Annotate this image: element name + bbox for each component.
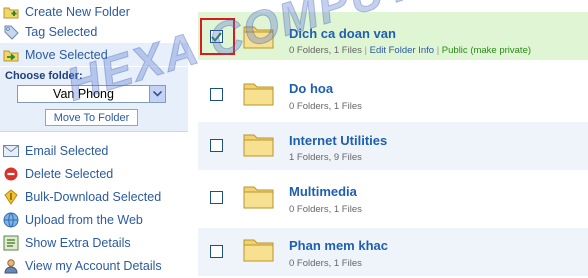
sidebar: Create New Folder Tag Selected Move Sele…: [0, 0, 188, 278]
folder-name-link[interactable]: Internet Utilities: [289, 133, 387, 148]
folder-checkbox[interactable]: [210, 139, 223, 152]
visibility-status: Public: [441, 45, 468, 56]
view-account-details-link[interactable]: View my Account Details: [0, 254, 188, 277]
email-selected-label: Email Selected: [25, 143, 109, 158]
folder-icon: [243, 239, 274, 262]
check-icon: [211, 31, 222, 42]
delete-selected-link[interactable]: Delete Selected: [0, 162, 188, 185]
folder-row[interactable]: Dich ca doan van 0 Folders, 1 Files | Ed…: [198, 12, 588, 60]
folder-meta: 0 Folders, 1 Files | Edit Folder Info | …: [289, 45, 531, 56]
folder-name-link[interactable]: Phan mem khac: [289, 238, 388, 253]
email-selected-link[interactable]: Email Selected: [0, 139, 188, 162]
make-private-link[interactable]: (make private): [470, 45, 531, 56]
bulk-download-label: Bulk-Download Selected: [25, 189, 162, 204]
create-new-folder-label: Create New Folder: [25, 4, 130, 19]
folder-counts: 0 Folders, 1 Files: [289, 101, 362, 112]
folder-counts: 0 Folders, 1 Files: [289, 45, 362, 56]
download-icon: [3, 188, 19, 205]
folder-plus-icon: [3, 4, 19, 20]
tag-icon: [3, 24, 19, 40]
move-arrow-icon: [3, 47, 19, 63]
folder-row[interactable]: Phan mem khac 0 Folders, 1 Files: [198, 228, 588, 276]
folder-row[interactable]: Do hoa 0 Folders, 1 Files: [198, 70, 588, 118]
folder-name-link[interactable]: Dich ca doan van: [289, 26, 396, 41]
bulk-download-link[interactable]: Bulk-Download Selected: [0, 185, 188, 208]
folder-name-link[interactable]: Do hoa: [289, 81, 333, 96]
folder-counts: 1 Folders, 9 Files: [289, 152, 362, 163]
folder-icon: [243, 83, 274, 106]
show-extra-details-label: Show Extra Details: [25, 235, 131, 250]
folder-icon: [243, 134, 274, 157]
folder-checkbox[interactable]: [210, 191, 223, 204]
folder-checkbox[interactable]: [210, 88, 223, 101]
folder-checkbox[interactable]: [210, 245, 223, 258]
choose-folder-panel: Choose folder: Van Phong Move To Folder: [0, 67, 188, 132]
folder-counts: 0 Folders, 1 Files: [289, 204, 362, 215]
folder-row[interactable]: Multimedia 0 Folders, 1 Files: [198, 174, 588, 222]
delete-icon: [3, 166, 19, 182]
folder-icon: [243, 186, 274, 209]
delete-selected-label: Delete Selected: [25, 166, 114, 181]
move-to-folder-button[interactable]: Move To Folder: [45, 109, 138, 126]
upload-from-web-label: Upload from the Web: [25, 212, 143, 227]
email-icon: [3, 143, 19, 159]
folder-name-link[interactable]: Multimedia: [289, 184, 357, 199]
edit-folder-info-link[interactable]: Edit Folder Info: [370, 45, 434, 56]
tag-selected-link[interactable]: Tag Selected: [0, 20, 188, 43]
upload-from-web-link[interactable]: Upload from the Web: [0, 208, 188, 231]
view-account-details-label: View my Account Details: [25, 258, 162, 273]
tag-selected-label: Tag Selected: [25, 24, 98, 39]
folder-select[interactable]: Van Phong: [17, 85, 166, 103]
folder-row[interactable]: Internet Utilities 1 Folders, 9 Files: [198, 122, 588, 170]
show-extra-details-link[interactable]: Show Extra Details: [0, 231, 188, 254]
details-icon: [3, 235, 19, 251]
folder-select-value: Van Phong: [53, 87, 114, 101]
upload-web-icon: [3, 212, 19, 228]
folder-icon: [243, 26, 274, 49]
choose-folder-label: Choose folder:: [5, 70, 83, 82]
move-selected-label: Move Selected: [25, 47, 108, 62]
folder-counts: 0 Folders, 1 Files: [289, 258, 362, 269]
folder-checkbox[interactable]: [210, 30, 223, 43]
account-icon: [3, 258, 19, 274]
chevron-down-icon[interactable]: [149, 86, 165, 102]
move-selected-link[interactable]: Move Selected: [0, 43, 188, 66]
folder-list: Dich ca doan van 0 Folders, 1 Files | Ed…: [198, 0, 588, 278]
